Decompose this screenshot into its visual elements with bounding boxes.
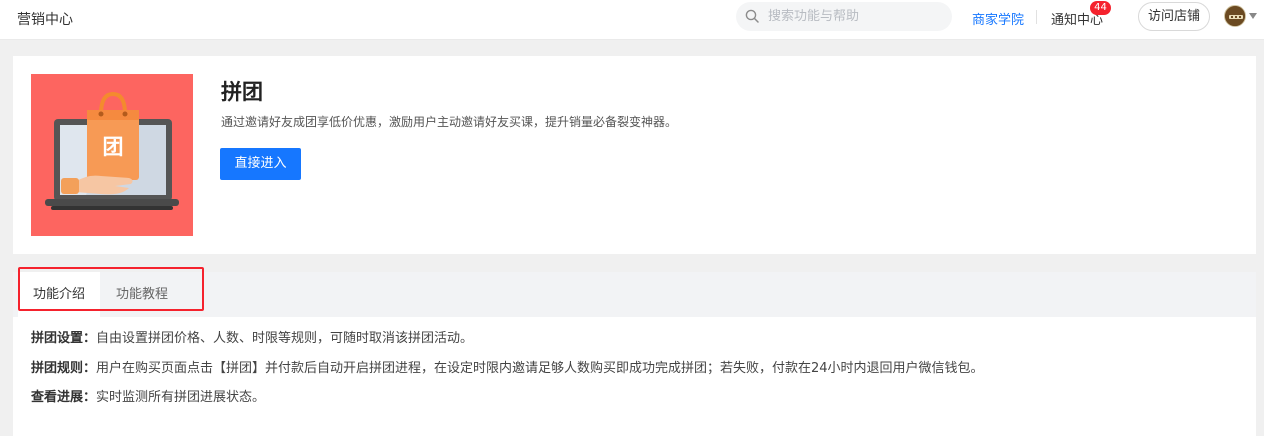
search-box[interactable] (736, 2, 952, 31)
feature-card: 团 拼团 通过邀请好友成团享低价优惠，激励用户主动邀请好友买课，提升销量必备裂变… (13, 56, 1256, 254)
merchant-academy-link[interactable]: 商家学院 (972, 9, 1024, 28)
intro-key: 拼团设置： (31, 331, 97, 346)
search-icon (745, 9, 759, 23)
intro-line: 拼团设置：自由设置拼团价格、人数、时限等规则，可随时取消该拼团活动。 (31, 327, 473, 346)
top-bar: 营销中心 商家学院 通知中心 44 访问店铺 (0, 0, 1264, 40)
bag-glyph: 团 (103, 135, 124, 159)
hand-icon (61, 175, 133, 195)
divider (1036, 10, 1037, 24)
search-input[interactable] (768, 7, 943, 25)
enter-button[interactable]: 直接进入 (220, 148, 301, 180)
notification-count-badge: 44 (1090, 1, 1111, 15)
feature-detail-panel: 功能介绍 功能教程 拼团设置：自由设置拼团价格、人数、时限等规则，可随时取消该拼… (13, 267, 1256, 436)
app-title: 营销中心 (17, 12, 73, 28)
intro-key: 查看进展： (31, 390, 97, 405)
tab-feature-intro[interactable]: 功能介绍 (18, 272, 100, 317)
tab-feature-tutorial[interactable]: 功能教程 (101, 272, 183, 317)
feature-illustration: 团 (31, 74, 193, 236)
feature-title: 拼团 (221, 80, 263, 104)
avatar[interactable] (1224, 5, 1246, 27)
feature-description: 通过邀请好友成团享低价优惠，激励用户主动邀请好友买课，提升销量必备裂变神器。 (221, 115, 678, 129)
intro-line: 查看进展：实时监测所有拼团进展状态。 (31, 386, 265, 405)
intro-text: 自由设置拼团价格、人数、时限等规则，可随时取消该拼团活动。 (96, 331, 474, 346)
intro-line: 拼团规则：用户在购买页面点击【拼团】并付款后自动开启拼团进程，在设定时限内邀请足… (31, 357, 984, 376)
intro-key: 拼团规则： (31, 361, 97, 376)
visit-store-button[interactable]: 访问店铺 (1138, 2, 1210, 31)
chevron-down-icon[interactable] (1249, 13, 1257, 19)
intro-text: 用户在购买页面点击【拼团】并付款后自动开启拼团进程，在设定时限内邀请足够人数购买… (96, 361, 984, 376)
shopping-bag-icon: 团 (87, 91, 139, 180)
tab-bar: 功能介绍 功能教程 (13, 272, 1256, 317)
intro-text: 实时监测所有拼团进展状态。 (96, 390, 266, 405)
